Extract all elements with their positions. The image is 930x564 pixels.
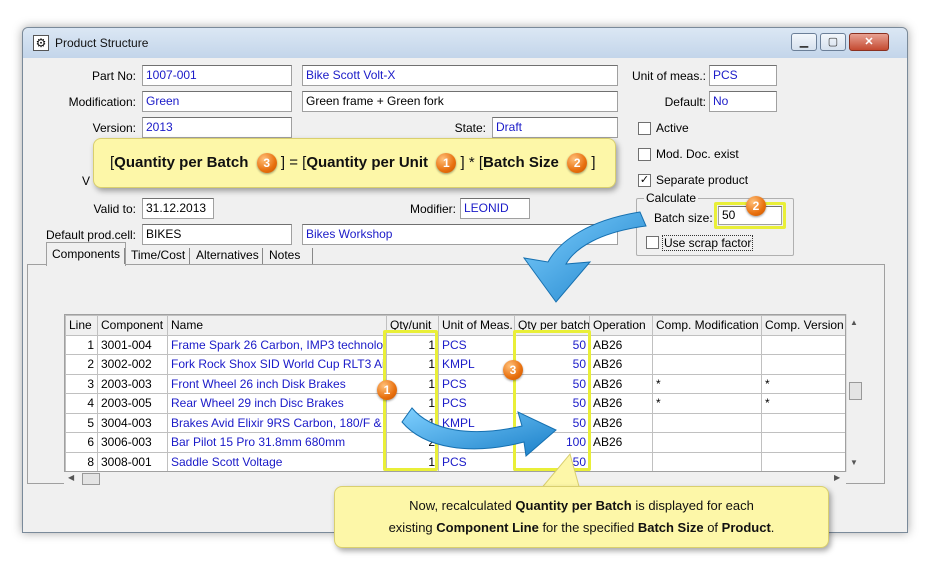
curved-arrow-icon	[401, 407, 557, 457]
formula-term-qty-per-batch: Quantity per Batch	[114, 154, 249, 171]
formula-badge-3: 3	[256, 153, 277, 174]
formula-term-qty-per-unit: Quantity per Unit	[306, 154, 428, 171]
explanation-line-2: existing Component Line for the specifie…	[388, 520, 775, 535]
curved-arrow-icon	[522, 211, 647, 303]
formula-operator: ] * [	[460, 154, 484, 171]
formula-bracket: ]	[591, 154, 596, 171]
explanation-line-1: Now, recalculated Quantity per Batch is …	[409, 498, 754, 513]
qty-batch-badge: 3	[503, 360, 523, 380]
formula-badge-2: 2	[567, 153, 588, 174]
formula-callout: [Quantity per Batch 3 ] = [Quantity per …	[93, 138, 616, 188]
annotation-arrows	[401, 211, 647, 457]
formula-term-batch-size: Batch Size	[483, 154, 559, 171]
explanation-callout: Now, recalculated Quantity per Batch is …	[334, 486, 829, 548]
formula-operator: ] = [	[280, 154, 307, 171]
formula-badge-1: 1	[436, 153, 457, 174]
batch-size-badge: 2	[746, 196, 766, 216]
qty-unit-badge: 1	[377, 380, 397, 400]
